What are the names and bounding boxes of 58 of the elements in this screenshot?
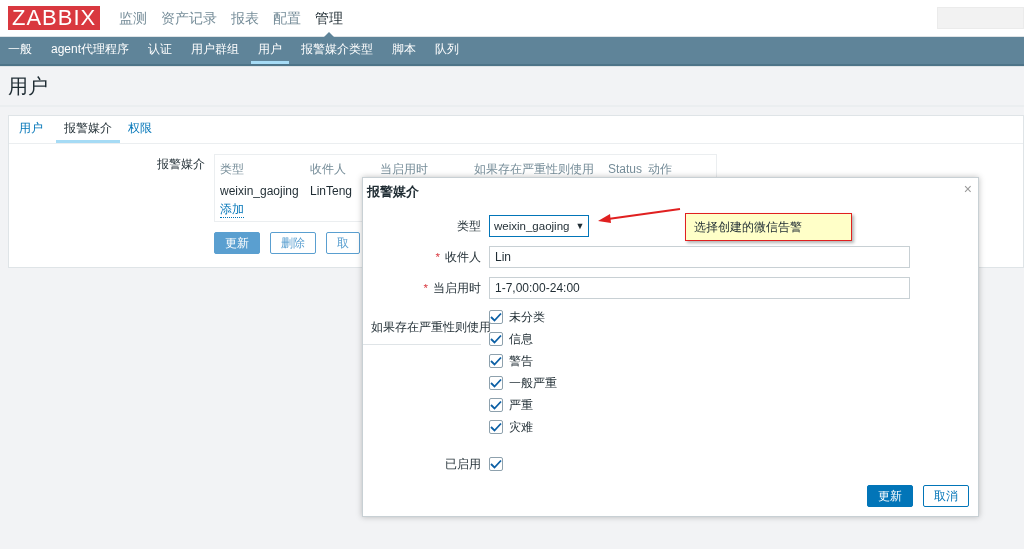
checkbox[interactable] — [489, 354, 503, 368]
input-field[interactable]: Lin — [489, 246, 910, 268]
checkbox[interactable] — [489, 310, 503, 324]
zabbix-logo[interactable]: ZABBIX — [8, 6, 101, 30]
update-button[interactable]: 更新 — [867, 485, 913, 507]
checkbox-label: 信息 — [509, 330, 533, 348]
dialog-title: 报警媒介 — [367, 183, 419, 201]
checkbox[interactable] — [489, 332, 503, 346]
table-cell-text: LinTeng — [310, 183, 353, 200]
checkbox-label: 一般严重 — [509, 374, 557, 392]
tab[interactable]: 用户 — [17, 116, 50, 143]
tab[interactable]: 报警媒介 — [56, 116, 120, 143]
input-field[interactable]: 1-7,00:00-24:00 — [489, 277, 910, 299]
add-link[interactable]: 添加 — [220, 202, 244, 218]
type-select[interactable]: weixin_gaojing ▼ — [489, 215, 589, 237]
field-label: 报警媒介 — [156, 156, 206, 173]
required-mark: * — [423, 282, 428, 294]
update-button[interactable]: 更新 — [214, 232, 260, 254]
sub-menu-item[interactable]: 用户群组 — [184, 37, 247, 64]
field-label: 收件人 — [445, 251, 481, 263]
checkbox[interactable] — [489, 457, 503, 471]
checkbox[interactable] — [489, 398, 503, 412]
form-button[interactable]: 删除 — [270, 232, 316, 254]
checkbox[interactable] — [489, 420, 503, 434]
top-menu-item[interactable]: 报表 — [224, 0, 267, 37]
column-header: 如果存在严重性则使用 — [474, 161, 595, 178]
cancel-button[interactable]: 取消 — [923, 485, 969, 507]
sub-menu-item[interactable]: 认证 — [141, 37, 180, 64]
sub-menu-item[interactable]: 脚本 — [385, 37, 424, 64]
form-button[interactable]: 取 — [326, 232, 360, 254]
column-header: 收件人 — [310, 161, 347, 178]
annotation-callout: 选择创建的微信告警 — [685, 213, 852, 241]
top-menu-item[interactable]: 资产记录 — [154, 0, 225, 37]
tab[interactable]: 权限 — [126, 116, 159, 143]
checkbox-label: 灾难 — [509, 418, 533, 436]
field-label: 当启用时 — [433, 282, 481, 294]
field-label: 类型 — [457, 220, 481, 232]
field-label: 如果存在严重性则使用 — [371, 320, 491, 335]
checkbox[interactable] — [489, 376, 503, 390]
column-header: 当启用时 — [380, 161, 429, 178]
sub-menu-item[interactable]: 报警媒介类型 — [294, 37, 381, 64]
sub-menu-item[interactable]: 队列 — [428, 37, 467, 64]
page-title: 用户 — [0, 67, 1024, 107]
column-header: 动作 — [648, 161, 672, 178]
column-header: 类型 — [220, 161, 245, 178]
top-menu-item[interactable]: 配置 — [266, 0, 309, 37]
column-header: Status — [608, 161, 644, 178]
checkbox-label: 严重 — [509, 396, 533, 414]
sub-menu-item[interactable]: 一般 — [8, 37, 39, 64]
top-menu-item[interactable]: 监测 — [112, 0, 155, 37]
required-mark: * — [435, 251, 440, 263]
table-cell-text: weixin_gaojing — [220, 183, 300, 200]
close-button[interactable]: × — [963, 182, 972, 196]
checkbox-label: 警告 — [509, 352, 533, 370]
checkbox-label: 未分类 — [509, 308, 545, 326]
top-menu-item[interactable]: 管理 — [308, 0, 351, 37]
field-label: 已启用 — [445, 458, 481, 470]
sub-menu-item[interactable]: agent代理程序 — [44, 37, 137, 64]
